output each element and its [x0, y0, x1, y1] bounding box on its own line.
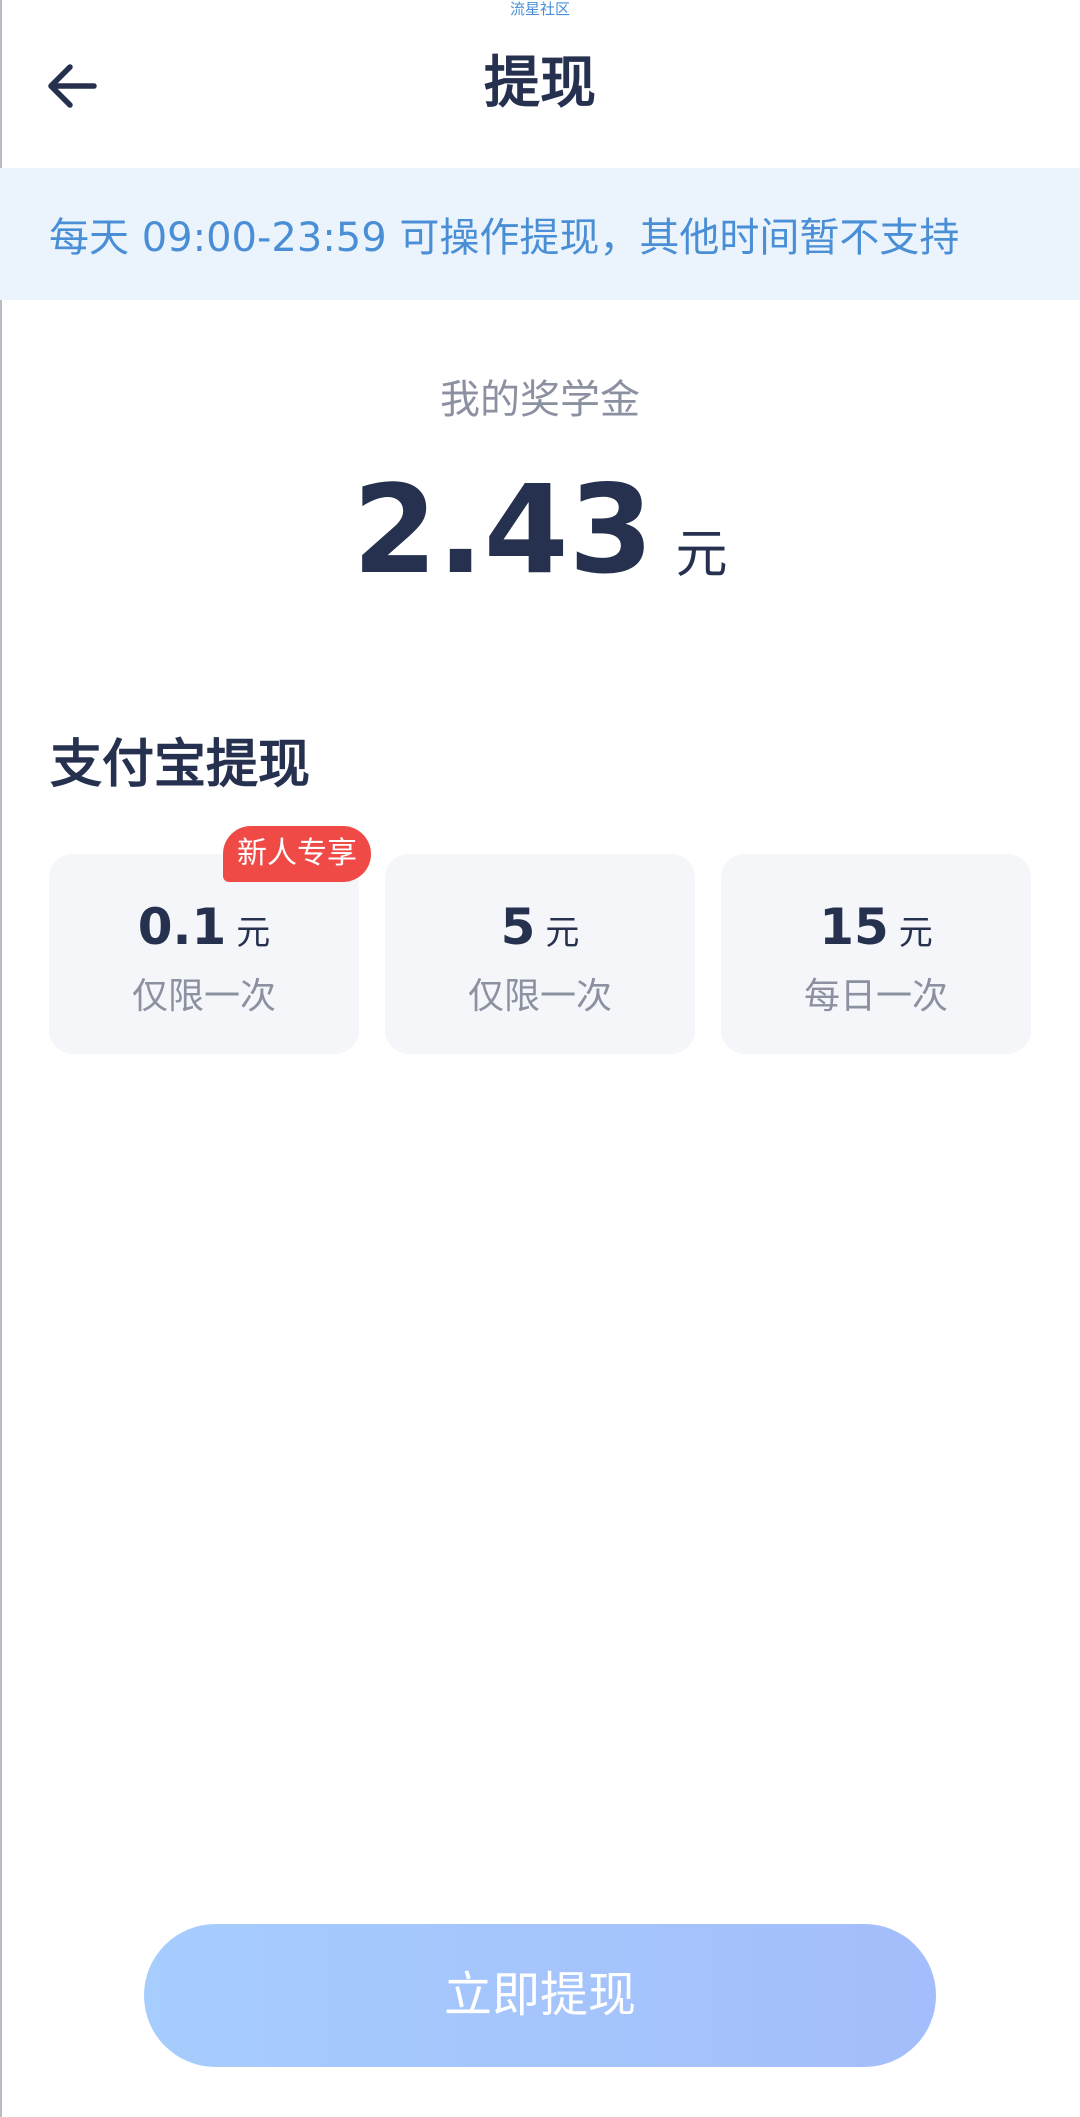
balance-display: 2.43 元: [0, 460, 1080, 637]
withdraw-options: 0.1 元 仅限一次 新人专享 5元 仅限一次 15 元 每日一次: [49, 826, 1033, 1054]
notice-text: 每天 09:00-23:59 可操作提现，其他时间暂不支持: [49, 215, 960, 261]
balance-amount: 2.43: [352, 459, 654, 601]
option-note: 仅限一次: [467, 976, 612, 1017]
option-note: 每日一次: [803, 976, 948, 1017]
option-value: 15 元: [721, 892, 1031, 974]
withdraw-now-button[interactable]: 立即提现: [144, 1924, 936, 2067]
option-note: 仅限一次: [131, 976, 276, 1017]
withdraw-option-0-1[interactable]: 0.1 元 仅限一次 新人专享: [49, 826, 371, 1054]
top-bar: 提现: [0, 0, 1080, 168]
option-amount: 15: [819, 898, 889, 956]
option-unit: 元: [236, 913, 271, 953]
option-amount: 5: [500, 898, 536, 956]
option-unit: 元: [898, 913, 933, 953]
alipay-withdraw-title: 支付宝提现: [50, 735, 311, 795]
new-user-badge: 新人专享: [223, 826, 371, 882]
option-unit: 元: [545, 913, 580, 953]
withdraw-option-15[interactable]: 15 元 每日一次: [721, 854, 1031, 1054]
left-edge-line: [0, 0, 2, 2117]
balance-label: 我的奖学金: [440, 377, 640, 423]
page-title: 提现: [484, 51, 596, 116]
option-value: 0.1 元: [49, 892, 359, 974]
option-value: 5元: [385, 892, 695, 974]
option-amount: 0.1: [137, 898, 227, 956]
balance-unit: 元: [675, 525, 728, 585]
withdraw-option-5[interactable]: 5元 仅限一次: [385, 854, 695, 1054]
withdraw-time-notice: 每天 09:00-23:59 可操作提现，其他时间暂不支持: [0, 168, 1080, 300]
